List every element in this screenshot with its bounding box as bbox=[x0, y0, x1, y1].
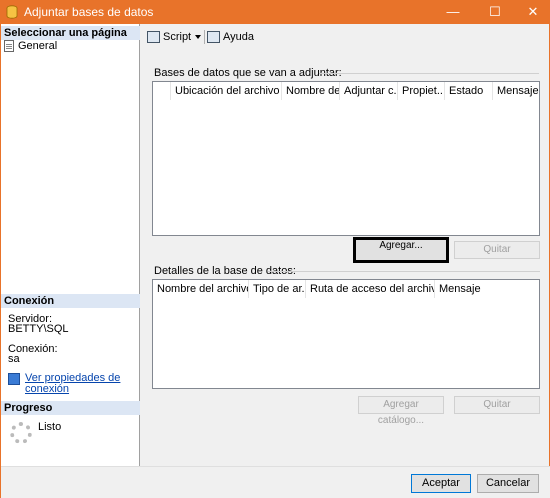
databases-grid[interactable]: Ubicación del archivo M... Nombre de... … bbox=[152, 81, 540, 236]
cancel-button[interactable]: Cancelar bbox=[477, 474, 539, 493]
view-connection-properties-link[interactable]: Ver propiedades de conexión bbox=[25, 373, 120, 395]
progress-spinner-icon bbox=[10, 422, 32, 444]
add-button[interactable]: Agregar... bbox=[353, 237, 449, 263]
window-title: Adjuntar bases de datos bbox=[24, 5, 154, 19]
server-value: BETTY\SQL bbox=[8, 323, 69, 335]
databases-grid-header: Ubicación del archivo M... Nombre de... … bbox=[153, 82, 539, 100]
help-label: Ayuda bbox=[223, 31, 254, 43]
page-item-general[interactable]: General bbox=[4, 40, 57, 52]
maximize-button[interactable]: ☐ bbox=[478, 0, 512, 24]
right-pane: Script Ayuda Bases de datos que se van a… bbox=[141, 24, 550, 466]
script-dropdown-icon[interactable] bbox=[195, 35, 201, 39]
help-icon bbox=[207, 31, 220, 43]
progress-status: Listo bbox=[38, 421, 62, 433]
remove-database-button[interactable]: Quitar bbox=[454, 241, 540, 259]
page-item-label: General bbox=[18, 40, 58, 52]
column-header[interactable]: Ruta de acceso del archivo a... bbox=[306, 280, 435, 298]
details-grid[interactable]: Nombre del archivo ... Tipo de ar... Rut… bbox=[152, 279, 540, 389]
remove-detail-button[interactable]: Quitar bbox=[454, 396, 540, 414]
details-grid-header: Nombre del archivo ... Tipo de ar... Rut… bbox=[153, 280, 539, 298]
add-catalog-button[interactable]: Agregar catálogo... bbox=[358, 396, 444, 426]
column-header[interactable]: Propiet... bbox=[398, 82, 445, 100]
footer-bar: Aceptar Cancelar bbox=[1, 466, 550, 498]
column-header[interactable]: Mensaje bbox=[493, 82, 539, 100]
column-header[interactable]: Tipo de ar... bbox=[249, 280, 306, 298]
connection-value: sa bbox=[8, 353, 20, 365]
script-icon bbox=[147, 31, 160, 43]
column-header[interactable]: Nombre de... bbox=[282, 82, 340, 100]
databases-group-label: Bases de datos que se van a adjuntar: bbox=[154, 67, 342, 79]
minimize-button[interactable]: — bbox=[436, 0, 470, 24]
column-header[interactable]: Nombre del archivo ... bbox=[153, 280, 249, 298]
toolbar-separator bbox=[204, 30, 205, 44]
script-button[interactable]: Script bbox=[147, 31, 191, 43]
help-button[interactable]: Ayuda bbox=[207, 31, 254, 43]
script-label: Script bbox=[163, 31, 192, 43]
link-line-2: conexión bbox=[25, 383, 70, 395]
accept-button[interactable]: Aceptar bbox=[411, 474, 471, 493]
dialog-window: Seleccionar una página General Conexión … bbox=[0, 24, 550, 498]
column-header[interactable]: Estado bbox=[445, 82, 493, 100]
column-header[interactable]: Mensaje bbox=[435, 280, 539, 298]
divider bbox=[319, 73, 539, 74]
column-header[interactable] bbox=[153, 82, 171, 100]
column-header[interactable]: Adjuntar c... bbox=[340, 82, 398, 100]
close-button[interactable]: ✕ bbox=[516, 0, 550, 24]
progress-header: Progreso bbox=[1, 401, 140, 415]
toolbar: Script Ayuda bbox=[141, 24, 550, 50]
title-bar: Adjuntar bases de datos — ☐ ✕ bbox=[0, 0, 550, 24]
connection-properties-icon bbox=[8, 373, 20, 385]
left-pane: Seleccionar una página General Conexión … bbox=[1, 24, 140, 466]
column-header[interactable]: Ubicación del archivo M... bbox=[171, 82, 282, 100]
divider bbox=[268, 271, 540, 272]
database-icon bbox=[6, 5, 18, 19]
page-icon bbox=[4, 40, 14, 52]
select-page-header: Seleccionar una página bbox=[1, 26, 140, 40]
connection-header: Conexión bbox=[1, 294, 140, 308]
